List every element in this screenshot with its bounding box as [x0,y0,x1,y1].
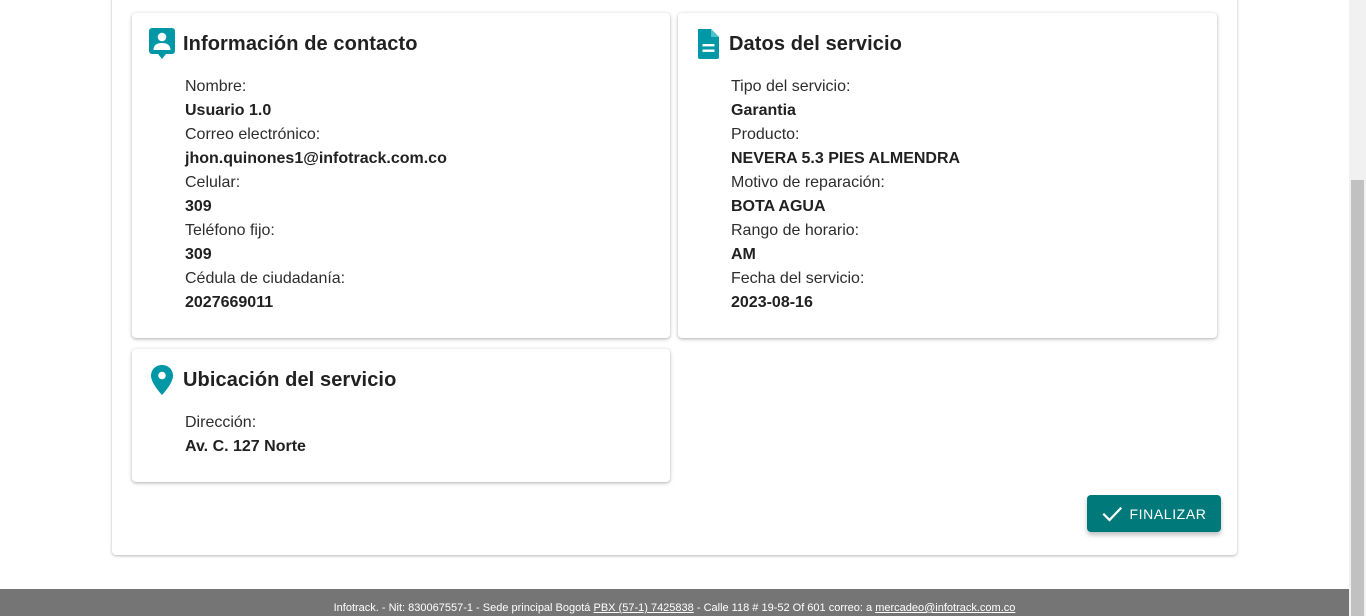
page: Información de contacto Nombre: Usuario … [0,0,1349,616]
location-card-header: Ubicación del servicio [148,363,396,397]
id-number-label: Cédula de ciudadanía: [185,270,346,287]
mobile-value: 309 [185,198,212,215]
email-label: Correo electrónico: [185,126,321,143]
footer-email-link[interactable]: mercadeo@infotrack.com.co [875,602,1015,614]
email-value: jhon.quinones1@infotrack.com.co [185,150,447,167]
repair-reason-value: BOTA AGUA [731,198,826,215]
footer-company: Infotrack. - Nit: 830067557-1 - Sede pri… [333,602,591,614]
location-card-title: Ubicación del servicio [183,368,397,391]
landline-label: Teléfono fijo: [185,222,275,239]
product-label: Producto: [731,126,800,143]
finalize-button-label: FINALIZAR [1129,505,1207,522]
contact-card-header: Información de contacto [148,27,418,61]
contact-card-title: Información de contacto [183,32,418,55]
service-card-header: Datos del servicio [694,27,902,61]
name-value: Usuario 1.0 [185,102,272,119]
map-pin-icon [148,363,176,397]
service-date-label: Fecha del servicio: [731,270,865,287]
footer-address: - Calle 118 # 19-52 Of 601 [696,602,826,614]
check-icon [1101,506,1122,522]
service-type-value: Garantia [731,102,796,119]
product-value: NEVERA 5.3 PIES ALMENDRA [731,150,961,167]
service-date-value: 2023-08-16 [731,294,813,311]
address-value: Av. C. 127 Norte [185,438,306,455]
contact-person-icon [148,27,176,61]
landline-value: 309 [185,246,212,263]
document-icon [694,27,722,61]
address-label: Dirección: [185,414,257,431]
mobile-label: Celular: [185,174,241,191]
scrollbar-thumb[interactable] [1351,180,1364,616]
contact-fields: Nombre: Usuario 1.0 Correo electrónico: … [185,75,447,315]
name-label: Nombre: [185,78,247,95]
time-range-label: Rango de horario: [731,222,860,239]
vertical-scrollbar[interactable] [1349,0,1366,616]
footer: Infotrack. - Nit: 830067557-1 - Sede pri… [0,589,1349,616]
finalize-button[interactable]: FINALIZAR [1087,495,1221,532]
service-fields: Tipo del servicio: Garantia Producto: NE… [731,75,960,315]
service-location-card: Ubicación del servicio Dirección: Av. C.… [132,349,670,482]
time-range-value: AM [731,246,756,263]
footer-email-prefix: correo: a [828,602,873,614]
repair-reason-label: Motivo de reparación: [731,174,885,191]
service-card-title: Datos del servicio [729,32,902,55]
location-fields: Dirección: Av. C. 127 Norte [185,411,306,459]
id-number-value: 2027669011 [185,294,274,311]
footer-phone-link[interactable]: PBX (57-1) 7425838 [593,602,693,614]
service-data-card: Datos del servicio Tipo del servicio: Ga… [678,13,1217,338]
contact-info-card: Información de contacto Nombre: Usuario … [132,13,670,338]
service-type-label: Tipo del servicio: [731,78,851,95]
